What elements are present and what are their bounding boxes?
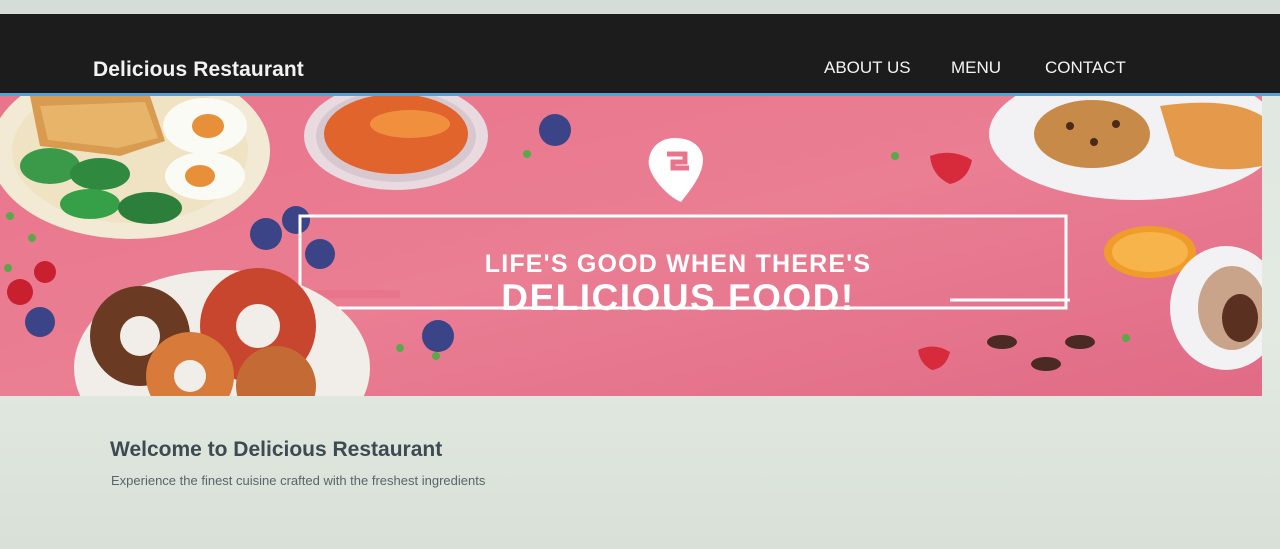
navbar: Delicious Restaurant ABOUT US MENU CONTA… xyxy=(0,14,1280,96)
welcome-title: Welcome to Delicious Restaurant xyxy=(110,438,443,462)
hero-headline-line2: DELICIOUS FOOD! xyxy=(501,277,854,318)
nav-menu-link[interactable]: MENU xyxy=(951,58,1001,78)
brand-logo-link[interactable]: Delicious Restaurant xyxy=(93,58,304,82)
hero-headline-line1: LIFE'S GOOD WHEN THERE'S xyxy=(485,250,872,278)
nav-contact-link[interactable]: CONTACT xyxy=(1045,58,1126,78)
welcome-subtitle: Experience the finest cuisine crafted wi… xyxy=(111,473,486,488)
nav-about-link[interactable]: ABOUT US xyxy=(824,58,911,78)
hero-banner: LIFE'S GOOD WHEN THERE'S DELICIOUS FOOD! xyxy=(0,96,1262,396)
page: Delicious Restaurant ABOUT US MENU CONTA… xyxy=(0,0,1280,549)
hero-illustration: LIFE'S GOOD WHEN THERE'S DELICIOUS FOOD! xyxy=(0,96,1262,396)
browser-top-strip xyxy=(0,0,1280,14)
